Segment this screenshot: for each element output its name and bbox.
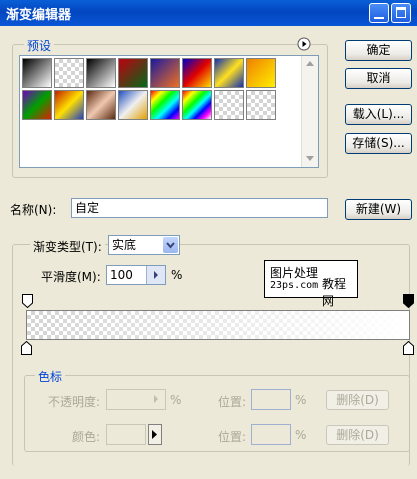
ok-button[interactable]: 确定 [345,40,412,61]
preset-swatch[interactable] [150,90,180,120]
maximize-button[interactable] [391,3,411,23]
color-stop-left-icon[interactable] [21,341,32,355]
presets-label: 预设 [24,37,55,54]
cancel-button[interactable]: 取消 [345,68,412,89]
smoothness-input[interactable]: 100 [106,265,166,285]
chevron-right-icon [154,271,158,279]
watermark-line3: 教程网 [322,277,347,308]
watermark: 图片处理 23ps.com 教程网 [264,260,358,308]
scroll-down-icon[interactable] [306,156,314,161]
chevron-down-icon[interactable] [163,237,178,253]
preset-swatch[interactable] [86,58,116,88]
opacity-input[interactable] [106,389,166,410]
preset-swatch[interactable] [118,90,148,120]
preset-swatch[interactable] [246,58,276,88]
preset-swatches [19,55,319,168]
preset-swatch[interactable] [214,58,244,88]
chevron-right-icon [154,395,158,403]
color-location-label: 位置: [218,430,247,444]
name-input[interactable]: 自定 [71,198,328,218]
minimize-button[interactable] [369,3,389,23]
gradient-type-label: 渐变类型(T): [30,238,105,255]
opacity-location-label: 位置: [218,395,247,409]
window-title: 渐变编辑器 [6,8,72,23]
preset-swatch[interactable] [150,58,180,88]
preset-swatch[interactable] [22,58,52,88]
save-button[interactable]: 存储(S)... [345,133,412,154]
smoothness-label: 平滑度(M): [41,270,101,284]
opacity-delete-button[interactable]: 删除(D) [326,390,389,410]
preset-swatch[interactable] [246,90,276,120]
gradient-type-value: 实底 [112,238,137,252]
name-label: 名称(N): [10,203,57,217]
preset-swatch[interactable] [182,90,212,120]
color-swatch-input[interactable] [106,424,146,445]
color-label: 颜色: [72,430,101,444]
presets-menu-icon[interactable] [297,37,311,51]
gradient-preview-bar[interactable] [26,310,410,340]
maximize-icon [396,7,406,18]
minimize-icon [374,7,384,19]
preset-swatch[interactable] [22,90,52,120]
opacity-location-unit: % [295,393,307,407]
smoothness-stepper[interactable] [146,266,165,284]
opacity-stop-left-icon[interactable] [22,294,33,308]
watermark-line1: 图片处理 [270,266,319,280]
color-stop-right-icon[interactable] [403,341,414,355]
opacity-location-input[interactable] [251,389,291,410]
preset-swatch[interactable] [54,90,84,120]
opacity-label: 不透明度: [48,395,101,409]
opacity-stop-right-icon[interactable] [403,294,414,308]
gradient-type-select[interactable]: 实底 [108,235,180,255]
color-menu-button[interactable] [148,424,162,445]
color-location-unit: % [295,428,307,442]
preset-swatch[interactable] [86,90,116,120]
preset-swatch[interactable] [54,58,84,88]
preset-swatch[interactable] [118,58,148,88]
color-location-input[interactable] [251,424,291,445]
chevron-right-icon [152,430,157,439]
stops-label: 色标 [35,368,66,385]
preset-swatch[interactable] [214,90,244,120]
title-bar: 渐变编辑器 [0,0,417,26]
smoothness-value: 100 [110,268,133,282]
preset-swatch[interactable] [182,58,212,88]
load-button[interactable]: 载入(L)... [345,104,412,125]
new-button[interactable]: 新建(W) [345,199,412,220]
watermark-line2: 23ps.com [270,280,319,291]
color-delete-button[interactable]: 删除(D) [326,425,389,445]
presets-scrollbar[interactable] [301,56,318,167]
opacity-unit: % [170,393,182,407]
smoothness-unit: % [171,268,183,282]
scroll-up-icon[interactable] [306,61,314,66]
